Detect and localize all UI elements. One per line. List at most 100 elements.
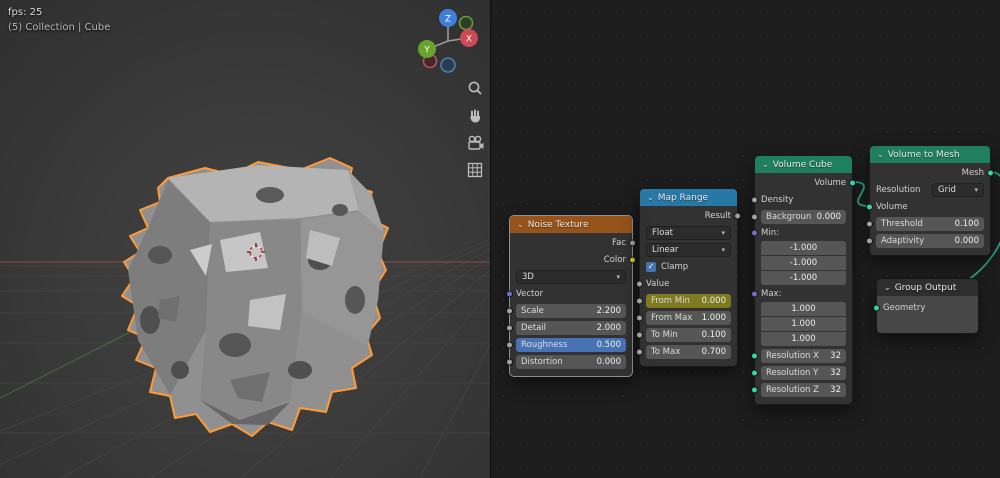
output-label-mesh: Mesh: [961, 168, 984, 178]
socket-background-input[interactable]: [751, 213, 758, 221]
collapse-icon[interactable]: ⌄: [517, 220, 524, 229]
collapse-icon[interactable]: ⌄: [762, 160, 769, 169]
group-output-header[interactable]: ⌄ Group Output: [877, 279, 978, 296]
resolution-x-field[interactable]: Resolution X 32: [761, 349, 846, 363]
socket-to-min-input[interactable]: [636, 331, 643, 339]
socket-density-input[interactable]: [751, 196, 758, 204]
socket-resolution-x-input[interactable]: [751, 352, 758, 360]
node-volume-cube[interactable]: ⌄ Volume Cube Volume Density Backgroun 0…: [751, 155, 856, 405]
socket-detail-input[interactable]: [506, 324, 513, 332]
to-max-field[interactable]: To Max 0.700: [646, 345, 731, 359]
socket-from-min-input[interactable]: [636, 297, 643, 305]
field-label: Detail: [521, 323, 547, 333]
socket-scale-input[interactable]: [506, 307, 513, 315]
map-range-header[interactable]: ⌄ Map Range: [640, 189, 737, 206]
socket-distortion-input[interactable]: [506, 358, 513, 366]
gizmo-axis-x[interactable]: X: [460, 29, 478, 47]
field-value: 32: [830, 368, 841, 378]
min-label-row: Min:: [751, 227, 846, 238]
output-row-fac: Fac: [516, 236, 636, 250]
to-min-field[interactable]: To Min 0.100: [646, 328, 731, 342]
link-volume-to-volume[interactable]: [852, 181, 870, 207]
dimensions-dropdown[interactable]: 3D ▾: [516, 270, 626, 284]
collapse-icon[interactable]: ⌄: [877, 150, 884, 159]
scale-field[interactable]: Scale 2.200: [516, 304, 626, 318]
input-row-volume: Volume: [866, 200, 984, 214]
max-z-field[interactable]: 1.000: [761, 332, 846, 346]
socket-resolution-z-input[interactable]: [751, 386, 758, 394]
rock-mesh-object[interactable]: [121, 157, 389, 437]
gizmo-y-label: Y: [423, 46, 430, 56]
navigation-gizmo[interactable]: Z Y X: [411, 5, 485, 81]
noise-texture-header[interactable]: ⌄ Noise Texture: [510, 216, 632, 233]
adaptivity-field[interactable]: Adaptivity 0.000: [876, 234, 984, 248]
resolution-x-row: Resolution X 32: [751, 349, 846, 363]
min-y-row: -1.000: [761, 256, 846, 270]
socket-volume-output[interactable]: [849, 179, 856, 187]
geometry-node-editor[interactable]: ⌄ Noise Texture Fac Color 3D ▾ Vector Sc…: [490, 0, 1000, 478]
socket-value-input[interactable]: [636, 280, 643, 288]
pan-tool-button[interactable]: [464, 105, 486, 127]
socket-vector-input[interactable]: [506, 290, 513, 298]
active-collection-label: (5) Collection | Cube: [8, 22, 111, 33]
threshold-field[interactable]: Threshold 0.100: [876, 217, 984, 231]
max-y-field[interactable]: 1.000: [761, 317, 846, 331]
clamp-checkbox[interactable]: ✓: [646, 262, 656, 272]
min-y-field[interactable]: -1.000: [761, 256, 846, 270]
node-group-output[interactable]: ⌄ Group Output Geometry: [873, 278, 979, 334]
resolution-z-field[interactable]: Resolution Z 32: [761, 383, 846, 397]
field-value: 0.100: [701, 330, 726, 340]
volume-to-mesh-header[interactable]: ⌄ Volume to Mesh: [870, 146, 990, 163]
orthographic-toggle-button[interactable]: [464, 159, 486, 181]
detail-field[interactable]: Detail 2.000: [516, 321, 626, 335]
socket-color-output[interactable]: [629, 256, 636, 264]
socket-volume-input[interactable]: [866, 203, 873, 211]
socket-roughness-input[interactable]: [506, 341, 513, 349]
field-label: Resolution Y: [766, 368, 819, 378]
from-max-field[interactable]: From Max 1.000: [646, 311, 731, 325]
field-label: Threshold: [881, 219, 923, 229]
socket-max-input[interactable]: [751, 290, 758, 297]
socket-threshold-input[interactable]: [866, 220, 873, 228]
distortion-field[interactable]: Distortion 0.000: [516, 355, 626, 369]
min-x-field[interactable]: -1.000: [761, 241, 846, 255]
data-type-row: Float ▾: [646, 226, 731, 240]
socket-resolution-y-input[interactable]: [751, 369, 758, 377]
max-x-field[interactable]: 1.000: [761, 302, 846, 316]
interpolation-dropdown[interactable]: Linear ▾: [646, 243, 731, 257]
socket-mesh-output[interactable]: [987, 169, 994, 177]
socket-min-input[interactable]: [751, 229, 758, 236]
3d-viewport[interactable]: fps: 25 (5) Collection | Cube Z Y X: [0, 0, 490, 478]
node-volume-to-mesh[interactable]: ⌄ Volume to Mesh Mesh Resolution Grid ▾ …: [866, 145, 994, 256]
y-axis-line: [0, 321, 151, 399]
data-type-dropdown[interactable]: Float ▾: [646, 226, 731, 240]
input-label-vector: Vector: [516, 289, 544, 299]
socket-result-output[interactable]: [734, 212, 741, 220]
background-field[interactable]: Backgroun 0.000: [761, 210, 846, 224]
socket-fac-output[interactable]: [629, 239, 636, 247]
resolution-y-field[interactable]: Resolution Y 32: [761, 366, 846, 380]
node-title: Group Output: [894, 282, 957, 293]
node-map-range[interactable]: ⌄ Map Range Result Float ▾ Linear ▾ ✓ Cl…: [636, 188, 741, 367]
gizmo-axis-y-neg[interactable]: [458, 15, 474, 31]
camera-view-button[interactable]: [464, 132, 486, 154]
input-row-geometry: Geometry: [873, 301, 972, 315]
socket-from-max-input[interactable]: [636, 314, 643, 322]
from-min-field[interactable]: From Min 0.000: [646, 294, 731, 308]
socket-adaptivity-input[interactable]: [866, 237, 873, 245]
socket-geometry-input[interactable]: [873, 304, 880, 312]
gizmo-axis-z[interactable]: Z: [439, 9, 457, 27]
zoom-tool-button[interactable]: [464, 77, 486, 99]
collapse-icon[interactable]: ⌄: [884, 283, 891, 292]
node-noise-texture[interactable]: ⌄ Noise Texture Fac Color 3D ▾ Vector Sc…: [506, 215, 636, 377]
resolution-mode-dropdown[interactable]: Grid ▾: [932, 183, 984, 197]
volume-cube-header[interactable]: ⌄ Volume Cube: [755, 156, 852, 173]
roughness-field[interactable]: Roughness 0.500: [516, 338, 626, 352]
clamp-row[interactable]: ✓ Clamp: [646, 260, 731, 274]
gizmo-axis-z-neg[interactable]: [440, 57, 456, 73]
collapse-icon[interactable]: ⌄: [647, 193, 654, 202]
socket-to-max-input[interactable]: [636, 348, 643, 356]
gizmo-axis-y[interactable]: Y: [418, 40, 436, 58]
max-z-row: 1.000: [761, 332, 846, 346]
min-z-field[interactable]: -1.000: [761, 271, 846, 285]
